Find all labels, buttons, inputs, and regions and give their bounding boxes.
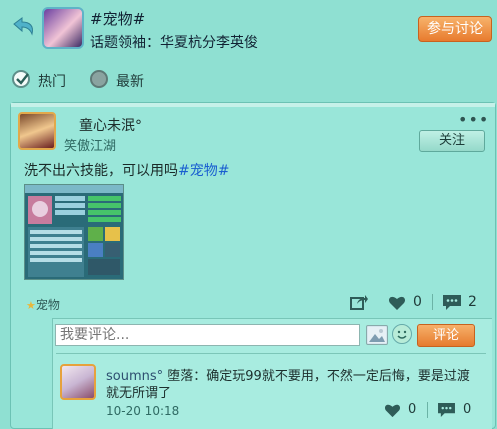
hot-radio[interactable] [12, 70, 30, 88]
hot-filter-label[interactable]: 热门 [38, 71, 66, 91]
reply-text: soumns° 堕落：确定玩99就不要用，不然一定后悔，要是过渡就无所谓了 [106, 368, 476, 402]
new-filter-label[interactable]: 最新 [116, 71, 144, 91]
follow-button[interactable]: 关注 [419, 130, 485, 152]
post-image[interactable] [24, 184, 124, 280]
reply-like-heart-icon[interactable] [384, 403, 401, 422]
submit-comment-button[interactable]: 评论 [417, 324, 475, 347]
comment-divider [56, 353, 486, 354]
topic-leader: 话题领袖：华夏杭分李英俊 [90, 35, 258, 51]
author-name[interactable]: 童心未泯° [79, 115, 142, 135]
back-button[interactable] [10, 14, 38, 42]
reply-like-count: 0 [408, 402, 417, 417]
comment-count: 2 [468, 294, 477, 310]
reply-timestamp: 10-20 10:18 [106, 404, 180, 418]
emoji-button[interactable] [392, 324, 412, 344]
reply-author[interactable]: soumns° [106, 369, 163, 384]
post-text: 洗不出六技能，可以用吗#宠物# [24, 160, 229, 180]
author-guild: 笑傲江湖 [64, 139, 117, 154]
comment-bubble-icon[interactable] [442, 294, 462, 315]
reply-comment-bubble-icon[interactable] [437, 402, 456, 422]
smiley-icon [397, 330, 407, 339]
check-icon [16, 73, 29, 85]
topic-title: #宠物# [90, 10, 146, 28]
category-tag-label: 宠物 [35, 298, 60, 312]
topic-avatar [42, 7, 84, 49]
join-discussion-button[interactable]: 参与讨论 [418, 16, 492, 42]
new-radio[interactable] [90, 70, 108, 88]
card-highlight [11, 103, 495, 107]
reply-avatar[interactable] [60, 364, 96, 400]
action-divider [432, 294, 433, 310]
back-arrow-icon [13, 17, 33, 36]
more-options-button[interactable]: ••• [458, 110, 489, 129]
image-icon [368, 327, 386, 343]
category-tag[interactable]: ★宠物 [26, 296, 60, 313]
reply-comment-count: 0 [463, 402, 472, 417]
author-avatar[interactable] [18, 112, 56, 150]
share-icon[interactable] [350, 294, 368, 314]
star-icon: ★ [26, 299, 36, 312]
post-hashtag[interactable]: #宠物# [178, 163, 229, 179]
post-text-body: 洗不出六技能，可以用吗 [24, 163, 178, 179]
like-count: 0 [413, 294, 422, 310]
like-heart-icon[interactable] [388, 295, 406, 315]
reply-action-divider [427, 402, 428, 418]
comment-input[interactable] [55, 324, 360, 346]
screenshot-thumbnail-icon [25, 185, 123, 279]
insert-image-button[interactable] [366, 325, 388, 345]
